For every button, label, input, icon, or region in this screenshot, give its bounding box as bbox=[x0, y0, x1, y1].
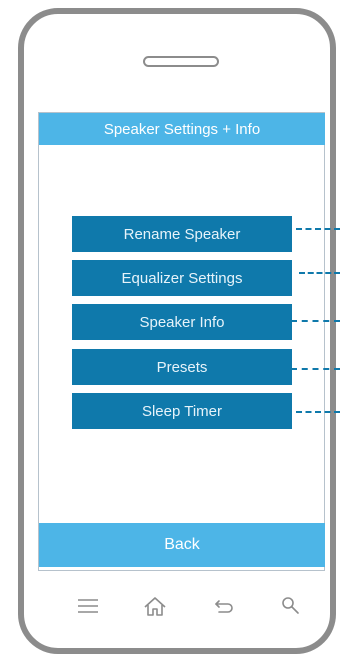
page-title: Speaker Settings + Info bbox=[39, 113, 325, 145]
presets-button[interactable]: Presets bbox=[72, 349, 292, 385]
search-icon[interactable] bbox=[278, 594, 302, 618]
connector-line bbox=[296, 411, 340, 413]
rename-speaker-button[interactable]: Rename Speaker bbox=[72, 216, 292, 252]
connector-line bbox=[296, 228, 340, 230]
connector-line bbox=[291, 368, 340, 370]
back-button[interactable]: Back bbox=[39, 523, 325, 567]
home-icon[interactable] bbox=[143, 594, 167, 618]
earpiece-slot bbox=[143, 56, 219, 67]
connector-line bbox=[299, 272, 340, 274]
menu-icon[interactable] bbox=[76, 594, 100, 618]
screen bbox=[38, 112, 325, 571]
sleep-timer-button[interactable]: Sleep Timer bbox=[72, 393, 292, 429]
connector-line bbox=[291, 320, 340, 322]
equalizer-settings-button[interactable]: Equalizer Settings bbox=[72, 260, 292, 296]
back-arrow-icon[interactable] bbox=[212, 594, 236, 618]
speaker-info-button[interactable]: Speaker Info bbox=[72, 304, 292, 340]
